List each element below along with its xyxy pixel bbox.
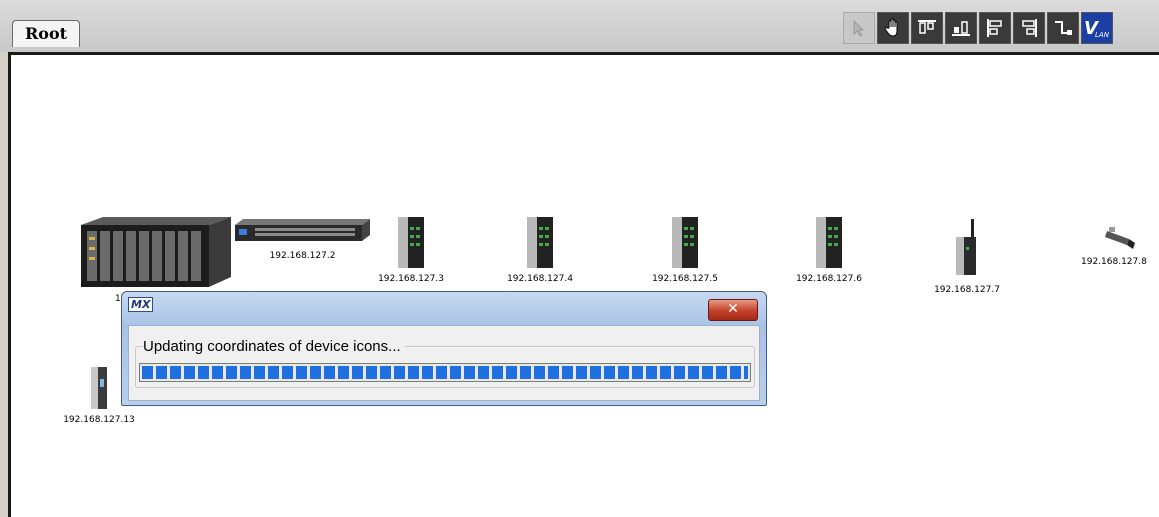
device-label: 192.168.127.7 — [934, 285, 1000, 295]
din-rail-switch-icon — [398, 217, 424, 268]
dialog-message: Updating coordinates of device icons... — [143, 338, 405, 355]
device-192-168-127-6[interactable]: 192.168.127.6 — [784, 215, 874, 284]
link-tool-button[interactable] — [1047, 12, 1079, 44]
tab-root[interactable]: Root — [12, 20, 80, 47]
device-192-168-127-3[interactable]: 192.168.127.3 — [366, 215, 456, 284]
dialog-body: Updating coordinates of device icons... — [128, 325, 760, 401]
align-left-button[interactable] — [979, 12, 1011, 44]
device-label: 192.168.127.5 — [652, 274, 718, 284]
device-label: 192.168.127.13 — [63, 415, 135, 425]
device-label: 192.168.127.6 — [796, 274, 862, 284]
progress-bar — [139, 363, 751, 382]
align-top-icon — [918, 20, 936, 34]
align-right-button[interactable] — [1013, 12, 1045, 44]
svg-text:LAN: LAN — [1095, 31, 1110, 39]
device-label: 192.168.127.2 — [269, 251, 336, 261]
chassis-switch-icon — [81, 217, 231, 287]
tab-bar: Root V LAN — [0, 0, 1159, 52]
device-192-168-127-5[interactable]: 192.168.127.5 — [640, 215, 730, 284]
device-192-168-127-2[interactable]: 192.168.127.2 — [235, 219, 370, 261]
mx-logo-icon: MX — [128, 297, 154, 312]
topology-toolbar: V LAN — [843, 12, 1113, 46]
device-192-168-127-7[interactable]: 192.168.127.7 — [922, 217, 1012, 295]
close-button[interactable]: ✕ — [708, 299, 758, 321]
device-label: 192.168.127.3 — [378, 274, 444, 284]
link-icon — [1055, 21, 1072, 35]
din-rail-switch-icon — [672, 217, 698, 268]
align-bottom-button[interactable] — [945, 12, 977, 44]
align-right-icon — [1022, 19, 1037, 37]
pointer-icon — [853, 19, 865, 37]
device-192-168-127-4[interactable]: 192.168.127.4 — [495, 215, 585, 284]
progress-bar-fill — [142, 366, 748, 379]
vlan-button[interactable]: V LAN — [1081, 12, 1113, 44]
device-192-168-127-8[interactable]: 192.168.127.8 — [1081, 223, 1159, 267]
wireless-ap-icon — [956, 219, 976, 275]
device-label: 192.168.127.8 — [1081, 257, 1147, 267]
din-rail-switch-icon — [816, 217, 842, 268]
din-rail-switch-icon — [527, 217, 553, 268]
topology-canvas[interactable]: 19 192.168.127.2 192.168.127.3 192.168.1… — [8, 52, 1159, 517]
device-label: 192.168.127.4 — [507, 274, 573, 284]
align-top-button[interactable] — [911, 12, 943, 44]
progress-dialog: MX ✕ Updating coordinates of device icon… — [121, 291, 767, 406]
align-left-icon — [987, 19, 1002, 37]
align-bottom-icon — [952, 21, 970, 36]
hand-icon — [884, 18, 898, 37]
pointer-tool-button[interactable] — [843, 12, 875, 44]
pan-tool-button[interactable] — [877, 12, 909, 44]
dialog-title: MX — [128, 297, 154, 318]
serial-server-icon — [91, 367, 107, 409]
ip-camera-icon — [1105, 227, 1135, 249]
vlan-icon: V LAN — [1084, 18, 1110, 39]
rackmount-switch-icon — [235, 219, 370, 241]
